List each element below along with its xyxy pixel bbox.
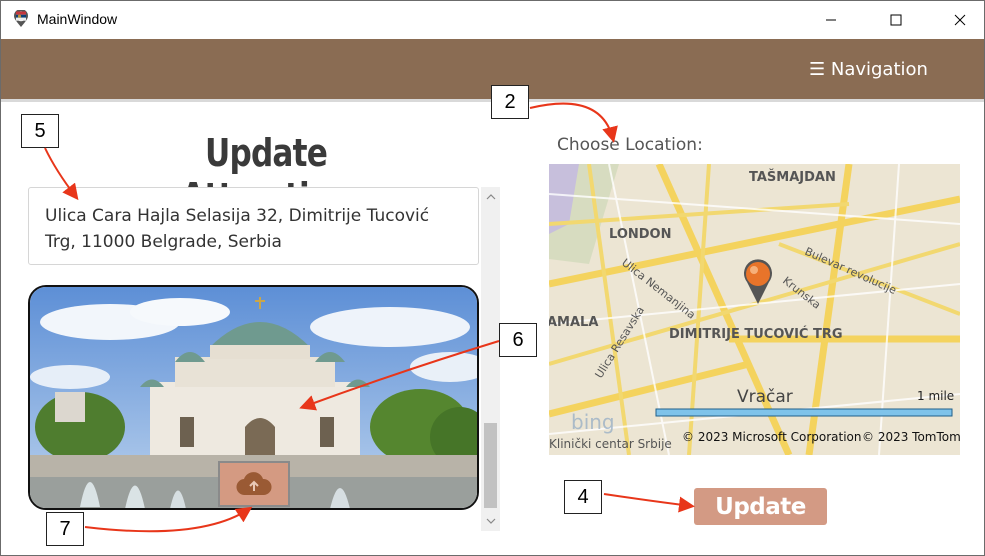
upload-image-button[interactable] [218,461,290,507]
scroll-thumb[interactable] [484,423,497,508]
map-label-vracar: Vračar [737,387,793,407]
location-map[interactable]: TAŠMAJDAN LONDON AMALA DIMITRIJE TUCOVIĆ… [549,164,960,455]
map-label-amala: AMALA [549,315,598,330]
map-label-london: LONDON [609,227,671,242]
callout-4: 4 [564,480,602,514]
update-button[interactable]: Update [694,488,827,525]
callout-2: 2 [491,85,529,119]
maximize-icon [890,14,902,26]
arrow-4 [603,493,695,513]
navigation-button[interactable]: ☰ Navigation [809,59,928,80]
chevron-up-icon [486,194,495,200]
callout-6: 6 [499,323,537,357]
map-poi-label: Klinički centar Srbije [549,437,672,451]
minimize-button[interactable] [808,1,854,39]
maximize-button[interactable] [873,1,919,39]
map-scale-label: 1 mile [917,389,954,403]
close-icon [954,14,966,26]
callout-7: 7 [46,512,84,546]
map-scale-bar [655,408,953,417]
choose-location-label: Choose Location: [557,135,703,155]
map-label-tasmajdan: TAŠMAJDAN [749,169,836,185]
title-bar: MainWindow [1,1,984,39]
map-copyright-microsoft: © 2023 Microsoft Corporation [682,430,861,444]
window-title: MainWindow [37,11,118,27]
serbia-map-pin-icon [14,10,28,27]
arrow-2 [529,102,618,143]
bing-logo: bing [571,410,615,434]
cloud-upload-icon [236,472,272,496]
map-canvas: TAŠMAJDAN LONDON AMALA DIMITRIJE TUCOVIĆ… [549,164,960,455]
map-label-dimitrije-tucovic-trg: DIMITRIJE TUCOVIĆ TRG [669,326,843,342]
close-button[interactable] [937,1,983,39]
arrow-7 [84,506,253,533]
chevron-down-icon [486,518,495,524]
form-scrollbar[interactable] [481,187,500,531]
scroll-down-button[interactable] [481,511,500,531]
scroll-up-button[interactable] [481,187,500,207]
minimize-icon [826,19,836,21]
main-window: MainWindow ☰ Navigation Update Attractio… [0,0,985,556]
callout-5: 5 [21,114,59,148]
map-copyright-tomtom: © 2023 TomTom [862,430,960,444]
address-field[interactable]: Ulica Cara Hajla Selasija 32, Dimitrije … [28,187,479,265]
